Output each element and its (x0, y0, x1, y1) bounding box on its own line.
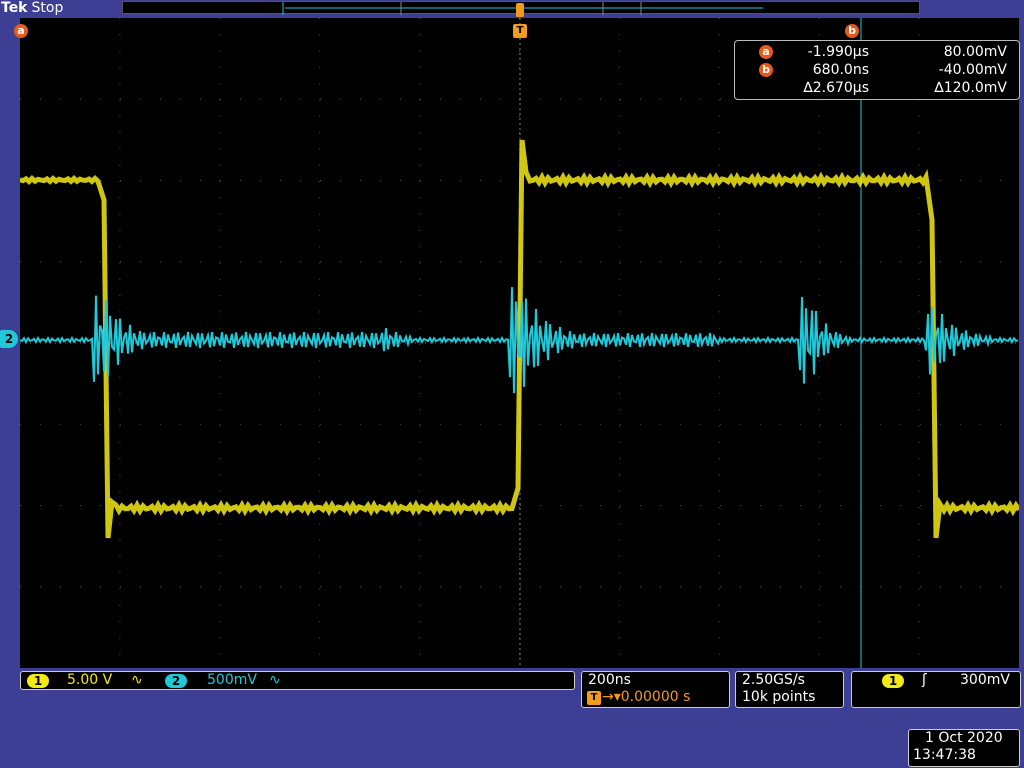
run-status: Tek Stop (1, 0, 63, 16)
cursor-b-row: b 680.0ns -40.00mV (735, 61, 1021, 79)
cursor-a-row: a -1.990µs 80.00mV (735, 43, 1021, 61)
cursor-a-time: -1.990µs (807, 44, 869, 60)
cursor-delta-time: ∆2.670µs (803, 80, 869, 96)
channel-scale-bar[interactable]: 1 5.00 V ∿ 2 500mV ∿ (20, 671, 575, 690)
ch2-scale[interactable]: 500mV (207, 672, 257, 689)
ch1-badge[interactable]: 1 (27, 673, 49, 689)
cursor-readout[interactable]: a -1.990µs 80.00mV b 680.0ns -40.00mV ∆2… (734, 40, 1020, 100)
acquisition-box[interactable]: 2.50GS/s 10k points (735, 671, 844, 708)
waveform-display[interactable] (20, 18, 1019, 668)
waveforms (20, 18, 1019, 668)
sample-rate: 2.50GS/s (742, 672, 805, 688)
timebase-box[interactable]: 200ns T →▾0.00000 s (581, 671, 730, 708)
top-bar: Tek Stop (0, 0, 1024, 17)
cursor-a-value: 80.00mV (943, 44, 1007, 60)
ch1-scale[interactable]: 5.00 V (67, 672, 112, 689)
cursor-b-time: 680.0ns (812, 62, 869, 78)
cursor-b-badge: b (759, 63, 773, 77)
cursor-delta-row: ∆2.670µs ∆120.0mV (735, 79, 1021, 97)
brand-logo: Tek (1, 0, 28, 16)
trigger-position-icon[interactable] (516, 3, 524, 17)
ch2-badge[interactable]: 2 (165, 673, 187, 689)
datetime-box: 1 Oct 2020 13:47:38 (908, 729, 1020, 767)
horizontal-scale[interactable]: 200ns (588, 672, 631, 689)
cursor-b-marker[interactable]: b (845, 24, 859, 38)
cursor-a-marker[interactable]: a (14, 24, 28, 38)
record-length: 10k points (742, 689, 816, 705)
time: 13:47:38 (913, 747, 976, 763)
ch2-ground-marker[interactable]: 2 (0, 330, 18, 348)
trigger-marker[interactable]: T (513, 24, 527, 38)
cursor-delta-value: ∆120.0mV (934, 80, 1007, 96)
date: 1 Oct 2020 (925, 730, 1003, 746)
cursor-a-badge: a (759, 45, 773, 59)
trigger-source-badge[interactable]: 1 (882, 673, 904, 689)
ch2-coupling-icon: ∿ (269, 672, 281, 688)
horizontal-position[interactable]: →▾0.00000 s (602, 689, 690, 706)
ch1-coupling-icon: ∿ (131, 672, 143, 688)
run-state[interactable]: Stop (32, 0, 64, 16)
cursor-b-value: -40.00mV (938, 62, 1007, 78)
trigger-slope-icon: ʃ (922, 672, 927, 688)
trigger-box[interactable]: 1 ʃ 300mV (851, 671, 1021, 708)
trigger-level[interactable]: 300mV (960, 672, 1010, 689)
trigger-position-badge: T (587, 691, 601, 705)
